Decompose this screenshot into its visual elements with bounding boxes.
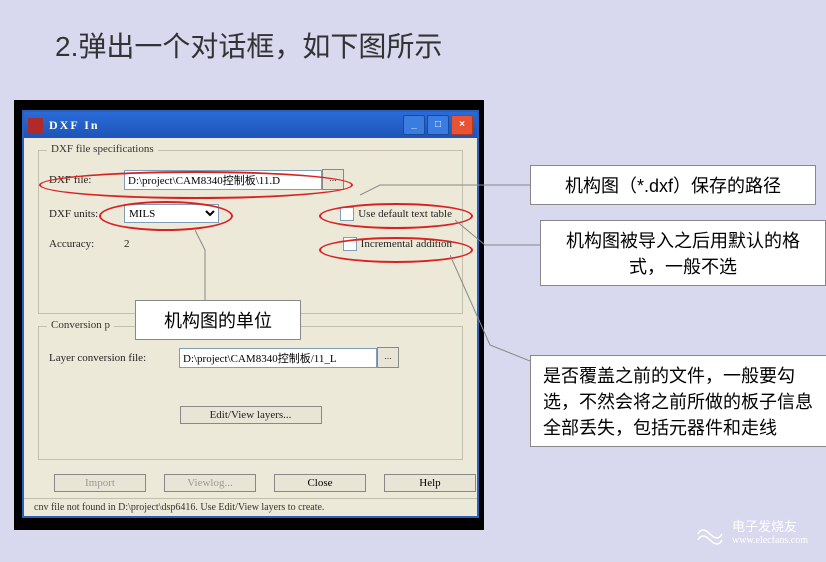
highlight-oval — [319, 203, 473, 229]
group-title: Conversion p — [47, 319, 114, 331]
group-conversion: Conversion p Layer conversion file: ... … — [38, 326, 463, 460]
accuracy-label: Accuracy: — [49, 238, 124, 250]
highlight-oval — [99, 201, 233, 231]
annotation-incremental: 是否覆盖之前的文件，一般要勾选，不然会将之前所做的板子信息全部丢失，包括元器件和… — [530, 355, 826, 447]
browse-layer-button[interactable]: ... — [377, 347, 399, 368]
close-dialog-button[interactable]: Close — [274, 474, 366, 492]
close-button[interactable]: × — [451, 115, 473, 135]
maximize-button[interactable]: □ — [427, 115, 449, 135]
titlebar[interactable]: DXF In _ □ × — [24, 112, 477, 138]
logo-icon — [694, 518, 726, 550]
viewlog-button[interactable]: Viewlog... — [164, 474, 256, 492]
annotation-default-format: 机构图被导入之后用默认的格式，一般不选 — [540, 220, 826, 286]
minimize-button[interactable]: _ — [403, 115, 425, 135]
window-title: DXF In — [49, 118, 100, 133]
group-title: DXF file specifications — [47, 143, 158, 155]
status-bar: cnv file not found in D:\project\dsp6416… — [24, 498, 477, 516]
layer-file-label: Layer conversion file: — [49, 352, 179, 364]
annotation-path: 机构图（*.dxf）保存的路径 — [530, 165, 816, 205]
import-button[interactable]: Import — [54, 474, 146, 492]
edit-view-layers-button[interactable]: Edit/View layers... — [180, 406, 322, 424]
highlight-oval — [39, 171, 353, 199]
page-heading: 2.弹出一个对话框，如下图所示 — [0, 0, 826, 65]
layer-file-input[interactable] — [179, 348, 377, 368]
button-bar: Import Viewlog... Close Help — [24, 468, 477, 498]
watermark-logo: 电子发烧友www.elecfans.com — [694, 518, 808, 550]
help-button[interactable]: Help — [384, 474, 476, 492]
annotation-units: 机构图的单位 — [135, 300, 301, 340]
app-icon — [28, 118, 43, 133]
